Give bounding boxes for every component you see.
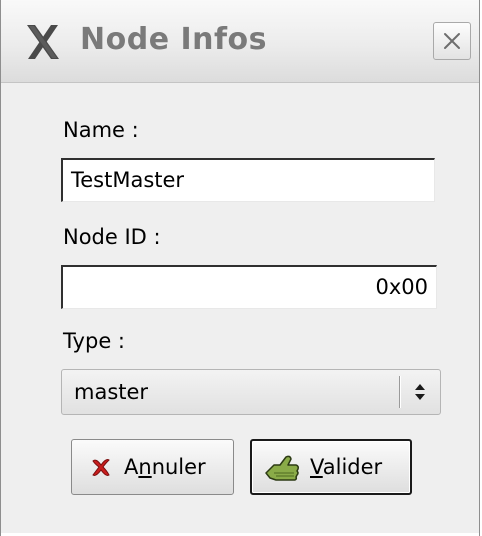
title-bar[interactable]: Node Infos <box>1 0 479 83</box>
close-icon <box>444 33 460 49</box>
cancel-button-label: Annuler <box>124 455 206 479</box>
type-label: Type : <box>63 329 125 353</box>
node-infos-dialog: Node Infos Name : TestMaster Node ID : 0… <box>0 0 480 536</box>
cancel-x-icon <box>92 459 110 476</box>
window-title: Node Infos <box>80 22 268 57</box>
cancel-button[interactable]: Annuler <box>71 439 234 495</box>
x-logo-icon <box>27 25 59 59</box>
name-field[interactable]: TestMaster <box>61 158 435 202</box>
type-select-value: master <box>74 380 149 404</box>
node-id-label: Node ID : <box>63 225 161 249</box>
combo-separator <box>399 376 401 408</box>
valider-button-label: Valider <box>310 455 383 479</box>
name-label: Name : <box>63 118 139 142</box>
node-id-field[interactable]: 0x00 <box>61 265 437 309</box>
up-down-arrows-icon <box>415 384 425 400</box>
valider-button[interactable]: Valider <box>250 439 412 495</box>
close-button[interactable] <box>433 22 471 60</box>
apply-hand-icon <box>265 455 299 481</box>
type-select[interactable]: master <box>61 369 441 415</box>
